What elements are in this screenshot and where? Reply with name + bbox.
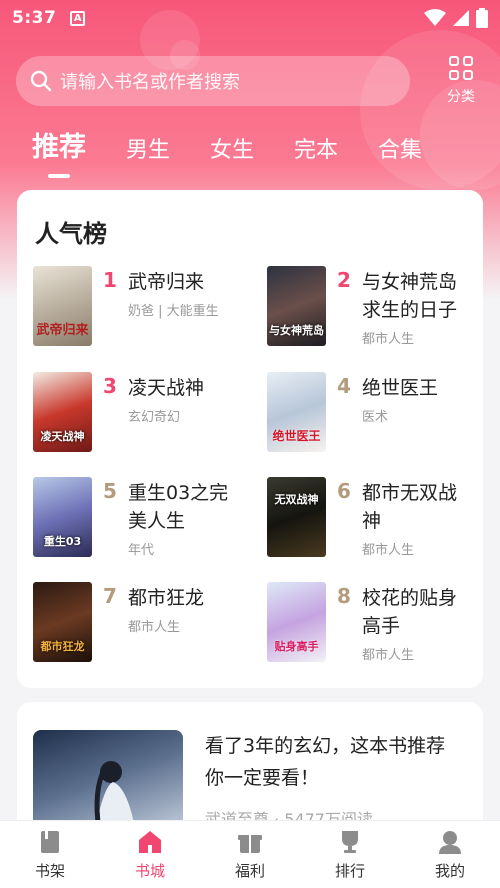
category-button[interactable]: 分类	[436, 56, 486, 106]
search-icon	[30, 70, 52, 92]
book-category: 医术	[362, 410, 389, 425]
status-time: 5:37	[12, 8, 57, 28]
rank-number: 5	[103, 479, 117, 503]
rank-number: 3	[103, 374, 117, 398]
book-item[interactable]: 都市狂龙 7 都市狂龙 都市人生	[33, 582, 253, 672]
book-title: 绝世医王	[362, 377, 439, 399]
book-cover: 无双战神	[267, 477, 326, 557]
nav-welfare[interactable]: 福利	[210, 829, 290, 881]
wifi-icon	[424, 9, 446, 26]
popularity-ranking-card: 人气榜 武帝归来 1 武帝归来 奶爸 | 大能重生 与女神荒岛 2 与女神荒岛求…	[17, 190, 483, 688]
tab-collection[interactable]: 合集	[378, 132, 422, 178]
user-icon	[439, 830, 461, 854]
rank-number: 6	[337, 479, 351, 503]
book-cover: 贴身高手	[267, 582, 326, 662]
book-category: 都市人生	[362, 543, 415, 558]
nav-ranking[interactable]: 排行	[310, 829, 390, 881]
category-grid-icon	[449, 56, 473, 80]
book-cover: 都市狂龙	[33, 582, 92, 662]
status-bar: 5:37 A	[0, 0, 500, 36]
book-title: 武帝归来	[128, 271, 205, 293]
category-label: 分类	[447, 89, 475, 105]
book-title: 与女神荒岛 求生的日子	[362, 271, 458, 321]
battery-icon	[476, 8, 488, 28]
book-cover: 重生03	[33, 477, 92, 557]
book-item[interactable]: 凌天战神 3 凌天战神 玄幻奇幻	[33, 372, 253, 462]
book-title: 都市无双战神	[362, 482, 458, 532]
tab-completed[interactable]: 完本	[294, 132, 338, 178]
book-title: 重生03之完 美人生	[128, 482, 229, 532]
search-placeholder: 请输入书名或作者搜索	[60, 72, 240, 93]
tab-female[interactable]: 女生	[210, 132, 254, 178]
book-category: 都市人生	[362, 332, 415, 347]
book-title: 校花的贴身 高手	[362, 587, 458, 637]
rank-number: 8	[337, 584, 351, 608]
tab-recommend[interactable]: 推荐	[32, 125, 86, 178]
book-item[interactable]: 重生03 5 重生03之完 美人生 年代	[33, 477, 253, 567]
rank-number: 2	[337, 268, 351, 292]
book-cover: 绝世医王	[267, 372, 326, 452]
recommendation-text: 看了3年的玄幻，这本书推荐 你一定要看！	[205, 735, 446, 789]
book-title: 凌天战神	[128, 377, 205, 399]
nav-profile[interactable]: 我的	[410, 829, 490, 881]
trophy-icon	[342, 830, 358, 853]
rank-number: 7	[103, 584, 117, 608]
book-cover: 与女神荒岛	[267, 266, 326, 346]
book-category: 都市人生	[128, 620, 181, 635]
book-category: 玄幻奇幻	[128, 410, 181, 425]
nav-bookstore[interactable]: 书城	[110, 829, 190, 881]
book-category: 奶爸 | 大能重生	[128, 304, 219, 319]
book-cover: 凌天战神	[33, 372, 92, 452]
book-cover: 武帝归来	[33, 266, 92, 346]
nav-bookshelf[interactable]: 书架	[10, 829, 90, 881]
book-item[interactable]: 无双战神 6 都市无双战神 都市人生	[267, 477, 487, 567]
ranking-title: 人气榜	[35, 220, 107, 248]
app-notification-icon: A	[70, 10, 86, 26]
rank-number: 4	[337, 374, 351, 398]
search-input[interactable]: 请输入书名或作者搜索	[16, 56, 410, 106]
book-title: 都市狂龙	[128, 587, 205, 609]
search-row: 请输入书名或作者搜索 分类	[16, 55, 486, 107]
cellular-signal-icon	[453, 10, 469, 26]
tab-male[interactable]: 男生	[126, 132, 170, 178]
gift-icon	[238, 834, 262, 853]
book-category: 年代	[128, 543, 155, 558]
bottom-navigation: 书架 书城 福利 排行 我的	[0, 820, 500, 888]
channel-tabs: 推荐 男生 女生 完本 合集	[32, 125, 462, 178]
home-icon	[139, 830, 161, 853]
rank-number: 1	[103, 268, 117, 292]
book-category: 都市人生	[362, 648, 415, 663]
book-item[interactable]: 贴身高手 8 校花的贴身 高手 都市人生	[267, 582, 487, 672]
book-item[interactable]: 绝世医王 4 绝世医王 医术	[267, 372, 487, 462]
book-item[interactable]: 与女神荒岛 2 与女神荒岛 求生的日子 都市人生	[267, 266, 487, 356]
book-item[interactable]: 武帝归来 1 武帝归来 奶爸 | 大能重生	[33, 266, 253, 356]
bookshelf-icon	[41, 830, 59, 853]
